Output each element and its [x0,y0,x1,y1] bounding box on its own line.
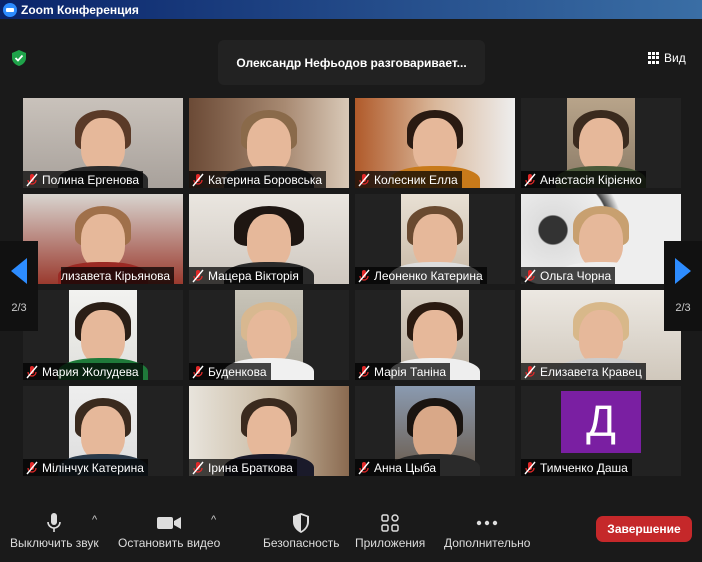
security-button[interactable]: Безопасность [263,510,340,550]
participant-tile[interactable]: Полина Ергенова [23,98,183,188]
video-camera-icon [157,517,182,529]
participant-namebar: Анастасія Кірієнко [521,171,646,188]
participant-namebar: Леоненко Катерина [355,267,487,284]
participant-name: Мілінчук Катерина [42,460,144,475]
participant-name: Тимченко Даша [540,460,628,475]
participant-tile[interactable]: Д Тимченко Даша [521,386,681,476]
participant-tile[interactable]: Елизавета Кравец [521,290,681,380]
audio-options-chevron-icon[interactable]: ^ [92,514,97,526]
participant-name: Мацера Вікторія [208,268,299,283]
video-stage: Олександр Нефьодов разговаривает... Вид … [0,19,702,504]
video-options-chevron-icon[interactable]: ^ [211,514,216,526]
window-title: Zoom Конференция [21,2,139,17]
zoom-app-icon [3,2,17,17]
mic-muted-icon [358,365,370,378]
participant-namebar: лизавета Кірьянова [61,267,175,284]
participant-name: Марія Таніна [374,364,447,379]
security-label: Безопасность [263,536,340,550]
participant-name: Анна Цыба [374,460,437,475]
mic-muted-icon [524,173,536,186]
page-indicator-right: 2/3 [675,302,691,314]
encryption-shield-icon[interactable] [10,49,28,67]
active-speaker-banner: Олександр Нефьодов разговаривает... [218,40,485,85]
participant-name: Полина Ергенова [42,172,140,187]
mic-muted-icon [192,365,204,378]
participant-tile[interactable]: Ольга Чорна [521,194,681,284]
mic-muted-icon [524,365,536,378]
participant-tile[interactable]: Мілінчук Катерина [23,386,183,476]
active-speaker-text: Олександр Нефьодов разговаривает... [236,55,467,70]
participant-tile[interactable]: лизавета Кірьянова [23,194,183,284]
mute-button[interactable]: Выключить звук [10,510,99,550]
participant-tile[interactable]: Леоненко Катерина [355,194,515,284]
view-label: Вид [664,51,686,65]
mic-muted-icon [26,461,38,474]
participant-namebar: Буденкова [189,363,271,380]
participant-namebar: Мацера Вікторія [189,267,303,284]
participant-namebar: Полина Ергенова [23,171,144,188]
participant-tile[interactable]: Катерина Боровська [189,98,349,188]
participant-tile[interactable]: Мария Жолудева [23,290,183,380]
more-dots-icon [476,520,498,526]
microphone-icon [47,513,62,532]
mic-muted-icon [192,173,204,186]
mic-muted-icon [358,173,370,186]
page-indicator-left: 2/3 [11,302,27,314]
apps-button[interactable]: Приложения [355,510,425,550]
more-button[interactable]: Дополнительно [444,510,530,550]
participant-namebar: Ольга Чорна [521,267,616,284]
security-shield-icon [293,513,310,533]
arrow-right-icon [675,258,691,284]
participant-name: Мария Жолудева [42,364,139,379]
participant-namebar: Марія Таніна [355,363,451,380]
arrow-left-icon [11,258,27,284]
participant-name: Анастасія Кірієнко [540,172,642,187]
participant-namebar: Анна Цыба [355,459,441,476]
mic-muted-icon [524,461,536,474]
participant-tile[interactable]: Анна Цыба [355,386,515,476]
participant-tile[interactable]: Колесник Елла [355,98,515,188]
mic-muted-icon [358,461,370,474]
apps-icon [381,514,399,532]
participant-namebar: Тимченко Даша [521,459,632,476]
participant-namebar: Мария Жолудева [23,363,143,380]
participant-namebar: Мілінчук Катерина [23,459,148,476]
participant-tile[interactable]: Ірина Браткова [189,386,349,476]
mic-muted-icon [524,269,536,282]
participant-name: Ольга Чорна [540,268,612,283]
view-button[interactable]: Вид [648,47,686,69]
participant-name: Буденкова [208,364,267,379]
next-page-button[interactable]: 2/3 [664,241,702,331]
participant-namebar: Катерина Боровська [189,171,327,188]
window-titlebar: Zoom Конференция [0,0,702,19]
mic-muted-icon [26,365,38,378]
apps-label: Приложения [355,536,426,550]
stop-video-label: Остановить видео [118,536,221,550]
participant-namebar: Елизавета Кравец [521,363,646,380]
participant-name: Елизавета Кравец [540,364,642,379]
previous-page-button[interactable]: 2/3 [0,241,38,331]
participant-namebar: Ірина Браткова [189,459,297,476]
participant-avatar: Д [561,391,641,453]
more-label: Дополнительно [444,536,531,550]
participant-name: Колесник Елла [374,172,458,187]
grid-view-icon [648,52,660,64]
participant-tile[interactable]: Анастасія Кірієнко [521,98,681,188]
mute-label: Выключить звук [10,536,99,550]
participant-name: Леоненко Катерина [374,268,483,283]
participant-name: Катерина Боровська [208,172,323,187]
participant-name: Ірина Браткова [208,460,293,475]
mic-muted-icon [192,461,204,474]
mic-muted-icon [192,269,204,282]
participant-tile[interactable]: Марія Таніна [355,290,515,380]
participant-tile[interactable]: Буденкова [189,290,349,380]
end-meeting-button[interactable]: Завершение [596,516,692,542]
participant-namebar: Колесник Елла [355,171,462,188]
participant-name: лизавета Кірьянова [61,268,171,283]
stop-video-button[interactable]: Остановить видео [118,510,220,550]
mic-muted-icon [26,173,38,186]
avatar-letter: Д [586,397,616,446]
participant-tile[interactable]: Мацера Вікторія [189,194,349,284]
mic-muted-icon [358,269,370,282]
